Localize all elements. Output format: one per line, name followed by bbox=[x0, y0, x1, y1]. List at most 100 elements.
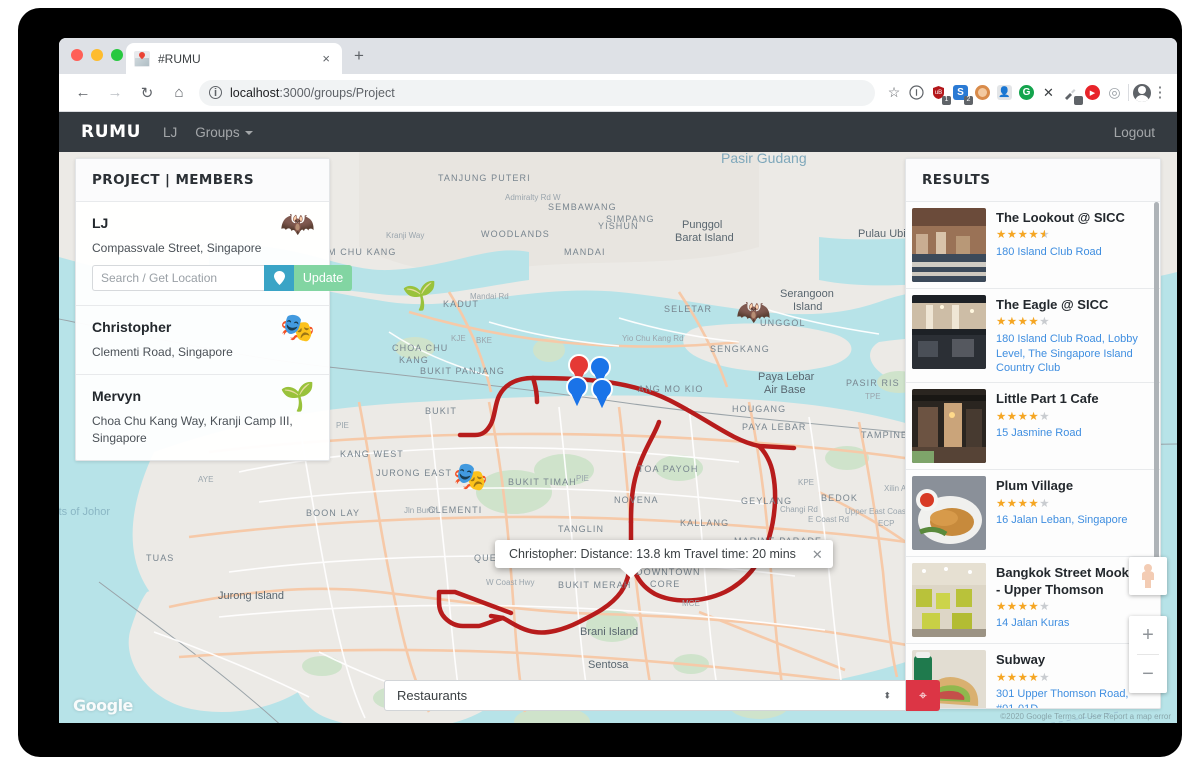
map-pin-favicon bbox=[134, 50, 150, 67]
avatar-extension-icon[interactable] bbox=[973, 83, 992, 102]
mervyn-marker[interactable]: 🌱 bbox=[402, 279, 437, 313]
map-info-window[interactable]: Christopher: Distance: 13.8 km Travel ti… bbox=[495, 540, 833, 578]
map-container[interactable]: .land{fill:#eceae6}.land2{fill:#e8e5e0}.… bbox=[59, 152, 1177, 723]
category-select-value: Restaurants bbox=[397, 688, 468, 703]
extension-badge-count: 2 bbox=[964, 96, 973, 105]
url-host: localhost bbox=[230, 85, 280, 100]
members-list: 🦇LJCompassvale Street, SingaporeUpdate🎭C… bbox=[76, 202, 352, 460]
result-title: Plum Village bbox=[996, 478, 1074, 494]
browser-tab-strip: #RUMU × + bbox=[59, 38, 1177, 74]
crosshair-icon[interactable]: ⌖ bbox=[906, 680, 940, 711]
green-circle-extension-icon[interactable]: G bbox=[1017, 83, 1036, 102]
forward-icon[interactable]: → bbox=[101, 79, 129, 107]
result-info: The Lookout @ SICC ★★★★★★ 180 Island Club … bbox=[996, 208, 1150, 282]
close-icon[interactable]: × bbox=[318, 50, 334, 67]
map-attribution: ©2020 Google Terms of Use Report a map e… bbox=[1000, 712, 1171, 721]
map-zoom-control: + − bbox=[1129, 616, 1167, 693]
new-tab-button[interactable]: + bbox=[354, 47, 364, 64]
bookmark-star-icon[interactable]: ☆ bbox=[881, 80, 907, 106]
result-item[interactable]: The Lookout @ SICC ★★★★★★ 180 Island Club … bbox=[906, 202, 1160, 289]
nav-link-user[interactable]: LJ bbox=[163, 125, 177, 140]
browser-window: #RUMU × + ← → ↻ ⌂ i localhost:3000/group… bbox=[59, 38, 1177, 723]
play-extension-icon[interactable]: ▶ bbox=[1083, 83, 1102, 102]
result-info: The Eagle @ SICC ★★★★★ 180 Island Club Roa… bbox=[996, 295, 1150, 376]
location-search-row: Update bbox=[92, 265, 352, 292]
zoom-out-button[interactable]: − bbox=[1129, 655, 1167, 693]
result-item[interactable]: Little Part 1 Cafe ★★★★★ 15 Jasmine Road bbox=[906, 383, 1160, 471]
extension-badge-count: 1 bbox=[942, 96, 951, 105]
result-item[interactable]: Bangkok Street Mookata - Upper Thomson ★★… bbox=[906, 557, 1160, 645]
results-panel: RESULTS The Lookout @ SICC ★★★★★★ 180 Isla… bbox=[905, 158, 1161, 709]
target-extension-icon[interactable]: ◎ bbox=[1105, 83, 1124, 102]
result-address-link[interactable]: 180 Island Club Road bbox=[996, 245, 1150, 260]
browser-toolbar: ← → ↻ ⌂ i localhost:3000/groups/Project … bbox=[59, 74, 1177, 112]
result-item[interactable]: Plum Village ★★★★★ 16 Jalan Leban, Singapo… bbox=[906, 470, 1160, 558]
nav-link-groups[interactable]: Groups bbox=[195, 125, 252, 140]
place-pin[interactable] bbox=[566, 376, 588, 406]
result-item[interactable]: The Eagle @ SICC ★★★★★ 180 Island Club Roa… bbox=[906, 289, 1160, 384]
close-window-button[interactable] bbox=[71, 49, 83, 61]
rating-stars: ★★★★★ bbox=[996, 316, 1051, 329]
extension-badge-count bbox=[1074, 96, 1083, 105]
zoom-in-button[interactable]: + bbox=[1129, 616, 1167, 654]
reload-icon[interactable]: ↻ bbox=[133, 79, 161, 107]
svg-text:uB: uB bbox=[935, 90, 942, 96]
deadpool-avatar: 🎭 bbox=[280, 312, 315, 344]
back-icon[interactable]: ← bbox=[69, 79, 97, 107]
result-item[interactable]: Subway ★★★★★ 301 Upper Thomson Road, #01-0… bbox=[906, 644, 1160, 708]
browser-tab[interactable]: #RUMU × bbox=[126, 43, 342, 74]
result-address-link[interactable]: 15 Jasmine Road bbox=[996, 426, 1150, 441]
fried-dish-photo bbox=[912, 476, 986, 551]
shield-extension-icon[interactable]: uB 1 bbox=[929, 83, 951, 105]
close-icon[interactable]: ✕ bbox=[812, 548, 823, 561]
result-address-link[interactable]: 301 Upper Thomson Road, #01-01D bbox=[996, 687, 1150, 708]
result-title: The Eagle @ SICC bbox=[996, 297, 1109, 312]
maximize-window-button[interactable] bbox=[111, 49, 123, 61]
green-chairs-restaurant-photo bbox=[912, 563, 986, 638]
lj-marker[interactable]: 🦇 bbox=[736, 295, 771, 329]
chrome-menu-icon[interactable]: ⋮ bbox=[1151, 85, 1169, 100]
results-panel-title: RESULTS bbox=[922, 172, 991, 188]
rating-stars: ★★★★★ bbox=[996, 600, 1051, 613]
results-list[interactable]: The Lookout @ SICC ★★★★★★ 180 Island Club … bbox=[906, 202, 1160, 708]
result-address-link[interactable]: 180 Island Club Road, Lobby Level, The S… bbox=[996, 332, 1150, 377]
search-input[interactable] bbox=[92, 265, 264, 292]
s-extension-icon[interactable]: S 2 bbox=[951, 83, 973, 105]
category-select[interactable]: Restaurants ⬍ bbox=[384, 680, 906, 711]
eyedropper-extension-icon[interactable] bbox=[1061, 83, 1083, 105]
person-extension-icon[interactable]: 👤 bbox=[995, 83, 1014, 102]
info-window-text: Christopher: Distance: 13.8 km Travel ti… bbox=[509, 547, 796, 561]
members-panel: PROJECT | MEMBERS 🦇 LJ Compassvale Street,… bbox=[75, 158, 352, 461]
rating-stars: ★★★★★ bbox=[996, 671, 1051, 684]
circle-one-icon[interactable] bbox=[907, 83, 926, 102]
google-logo: Google bbox=[73, 696, 133, 715]
device-frame: #RUMU × + ← → ↻ ⌂ i localhost:3000/group… bbox=[18, 8, 1182, 757]
street-view-pegman-icon[interactable] bbox=[1129, 557, 1167, 595]
map-pin-icon[interactable] bbox=[264, 265, 294, 292]
cafe-interior-photo bbox=[912, 389, 986, 464]
rating-stars: ★★★★★★ bbox=[996, 229, 1051, 242]
home-icon[interactable]: ⌂ bbox=[165, 79, 193, 107]
address-bar[interactable]: i localhost:3000/groups/Project bbox=[199, 79, 875, 106]
close-x-extension-icon[interactable]: ✕ bbox=[1039, 83, 1058, 102]
brand-logo[interactable]: RUMU bbox=[81, 122, 141, 142]
groot-avatar: 🌱 bbox=[280, 381, 315, 413]
result-title: Little Part 1 Cafe bbox=[996, 391, 1099, 407]
place-pin[interactable] bbox=[591, 378, 613, 408]
extensions-row: uB 1 S 2 👤 G ✕ ▶ ◎ bbox=[907, 83, 1124, 105]
site-info-icon[interactable]: i bbox=[209, 86, 222, 99]
christopher-marker[interactable]: 🎭 bbox=[453, 460, 488, 494]
window-traffic-lights bbox=[71, 49, 123, 61]
profile-avatar[interactable] bbox=[1133, 83, 1151, 102]
result-address-link[interactable]: 14 Jalan Kuras bbox=[996, 616, 1150, 631]
minimize-window-button[interactable] bbox=[91, 49, 103, 61]
result-address-link[interactable]: 16 Jalan Leban, Singapore bbox=[996, 513, 1150, 528]
rating-stars: ★★★★★ bbox=[996, 410, 1051, 423]
update-button[interactable]: Update bbox=[294, 265, 352, 292]
logout-button[interactable]: Logout bbox=[1114, 125, 1155, 140]
results-scrollbar[interactable] bbox=[1154, 202, 1159, 582]
tab-title: #RUMU bbox=[158, 51, 201, 66]
members-panel-header: PROJECT | MEMBERS bbox=[76, 159, 329, 202]
address-bar-url: localhost:3000/groups/Project bbox=[230, 86, 395, 100]
result-title: Bangkok Street Mookata - Upper Thomson bbox=[996, 565, 1148, 597]
